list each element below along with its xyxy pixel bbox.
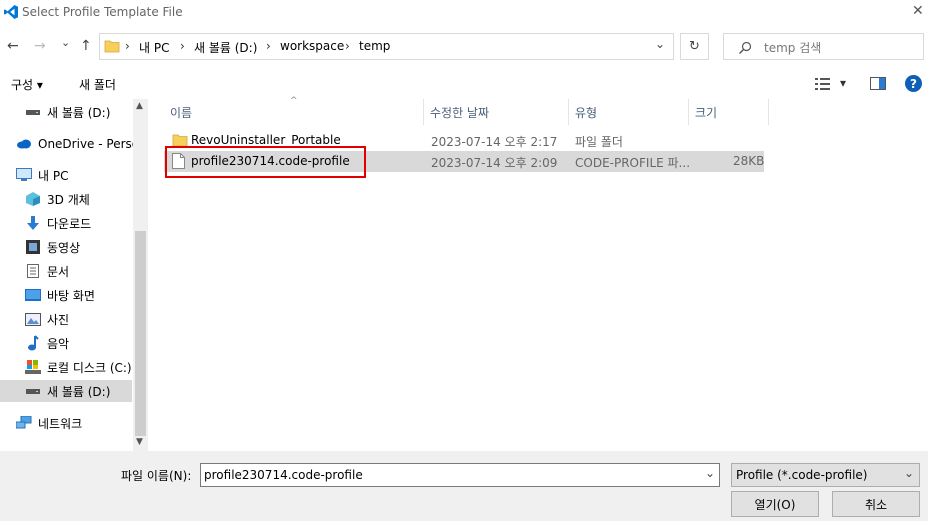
picture-icon xyxy=(25,311,41,327)
sidebar-item-label: 사진 xyxy=(47,312,70,327)
sidebar-item-label: 다운로드 xyxy=(47,216,92,231)
scrollbar-thumb[interactable] xyxy=(135,231,146,436)
preview-pane-icon[interactable] xyxy=(870,77,886,90)
document-icon xyxy=(25,263,41,279)
drive-icon xyxy=(25,383,41,399)
help-button[interactable]: ? xyxy=(905,75,922,92)
column-header-type[interactable]: 유형 xyxy=(569,99,689,125)
sidebar-item-label: 새 볼륨 (D:) xyxy=(47,105,111,120)
file-modified: 2023-07-14 오후 2:17 xyxy=(431,135,558,149)
sidebar-item-pictures[interactable]: 사진 xyxy=(25,308,69,330)
sidebar-item-label: 로컬 디스크 (C:) xyxy=(47,360,132,375)
column-header-name[interactable]: 이름 xyxy=(164,99,424,125)
breadcrumb-temp[interactable]: temp xyxy=(359,39,390,53)
drive-icon xyxy=(25,104,41,120)
file-type: CODE-PROFILE 파... xyxy=(575,156,691,170)
cloud-icon xyxy=(16,136,32,152)
title-bar: Select Profile Template File ✕ xyxy=(0,0,928,24)
breadcrumb-separator: › xyxy=(125,39,130,53)
file-list: ^ 이름 수정한 날짜 유형 크기 RevoUninstaller_Portab… xyxy=(164,96,928,451)
breadcrumb-separator: › xyxy=(180,39,185,53)
filetype-value: Profile (*.code-profile) xyxy=(736,468,868,482)
forward-button[interactable]: → xyxy=(34,38,46,54)
search-icon xyxy=(739,41,752,54)
scroll-up-arrow[interactable]: ▲ xyxy=(136,101,143,111)
column-header-modified[interactable]: 수정한 날짜 xyxy=(424,99,569,125)
file-modified: 2023-07-14 오후 2:09 xyxy=(431,156,558,170)
filetype-select[interactable]: Profile (*.code-profile) ⌄ xyxy=(731,463,920,487)
download-icon xyxy=(25,215,41,231)
breadcrumb-separator: › xyxy=(345,39,350,53)
sidebar-scrollbar[interactable]: ▲ ▼ xyxy=(133,99,148,451)
breadcrumb-workspace[interactable]: workspace xyxy=(280,39,344,53)
sidebar-item-3d-objects[interactable]: 3D 개체 xyxy=(25,188,90,210)
up-button[interactable]: ↑ xyxy=(80,38,92,54)
scroll-down-arrow[interactable]: ▼ xyxy=(136,437,143,447)
pc-icon xyxy=(16,167,32,183)
filename-input[interactable]: profile230714.code-profile ⌄ xyxy=(200,463,720,487)
sidebar-item-music[interactable]: 음악 xyxy=(25,332,69,354)
search-placeholder: temp 검색 xyxy=(764,41,822,55)
sidebar-item-my-pc[interactable]: 내 PC xyxy=(16,164,68,186)
sidebar-item-drive-d-selected[interactable]: 새 볼륨 (D:) xyxy=(0,380,132,402)
network-icon xyxy=(16,415,32,431)
sidebar-item-label: 바탕 화면 xyxy=(47,288,95,303)
desktop-icon xyxy=(25,287,41,303)
vscode-icon xyxy=(4,5,18,19)
sidebar-item-label: 3D 개체 xyxy=(47,192,90,207)
sidebar-item-label: 내 PC xyxy=(38,168,69,183)
view-options-icon[interactable] xyxy=(815,78,831,90)
address-bar[interactable]: › 내 PC › 새 볼륨 (D:) › workspace › temp ⌄ xyxy=(99,33,674,60)
breadcrumb-drive[interactable]: 새 볼륨 (D:) xyxy=(194,39,257,56)
music-icon xyxy=(25,335,41,351)
new-folder-button[interactable]: 새 폴더 xyxy=(79,76,116,93)
folder-icon xyxy=(104,40,120,53)
sidebar-item-documents[interactable]: 문서 xyxy=(25,260,69,282)
cube-icon xyxy=(25,191,41,207)
close-button[interactable]: ✕ xyxy=(912,3,924,19)
folder-icon xyxy=(172,134,188,147)
sidebar-item-label: 동영상 xyxy=(47,240,81,255)
sidebar-item-onedrive[interactable]: OneDrive - Person xyxy=(16,133,147,155)
file-type: 파일 폴더 xyxy=(575,135,623,149)
breadcrumb-pc[interactable]: 내 PC xyxy=(139,39,169,56)
sidebar-item-label: 문서 xyxy=(47,264,70,279)
open-button[interactable]: 열기(O) xyxy=(731,491,819,517)
sidebar-item-label: OneDrive - Person xyxy=(38,137,147,151)
sidebar-item-drive-d[interactable]: 새 볼륨 (D:) xyxy=(25,101,110,123)
sidebar-item-local-disk-c[interactable]: 로컬 디스크 (C:) xyxy=(25,356,132,378)
chevron-down-icon: ⌄ xyxy=(903,466,914,480)
file-name: RevoUninstaller_Portable xyxy=(191,133,341,147)
sidebar-item-videos[interactable]: 동영상 xyxy=(25,236,80,258)
column-header-size[interactable]: 크기 xyxy=(689,99,769,125)
cancel-button[interactable]: 취소 xyxy=(832,491,920,517)
disk-icon xyxy=(25,359,41,375)
sidebar-item-label: 음악 xyxy=(47,336,70,351)
video-icon xyxy=(25,239,41,255)
file-size: 28KB xyxy=(733,154,765,168)
sidebar-item-network[interactable]: 네트워크 xyxy=(16,412,82,434)
recent-locations-button[interactable]: ⌄ xyxy=(61,36,70,49)
filename-value: profile230714.code-profile xyxy=(204,468,363,482)
filename-label: 파일 이름(N): xyxy=(121,469,192,483)
navigation-pane: 새 볼륨 (D:) OneDrive - Person 내 PC 3D 개체 다… xyxy=(0,99,148,451)
sidebar-item-label: 새 볼륨 (D:) xyxy=(47,384,111,399)
sidebar-item-desktop[interactable]: 바탕 화면 xyxy=(25,284,95,306)
sidebar-item-label: 네트워크 xyxy=(38,416,83,431)
address-dropdown-button[interactable]: ⌄ xyxy=(655,37,665,51)
organize-menu[interactable]: 구성 ▾ xyxy=(11,76,43,93)
breadcrumb-separator: › xyxy=(266,39,271,53)
back-button[interactable]: ← xyxy=(7,38,19,54)
view-options-dropdown[interactable]: ▾ xyxy=(840,76,846,90)
sidebar-item-downloads[interactable]: 다운로드 xyxy=(25,212,91,234)
search-input[interactable]: temp 검색 xyxy=(723,33,924,60)
refresh-button[interactable]: ↻ xyxy=(680,33,709,60)
window-title: Select Profile Template File xyxy=(22,5,183,19)
chevron-down-icon[interactable]: ⌄ xyxy=(705,466,715,480)
highlight-box xyxy=(165,146,366,178)
